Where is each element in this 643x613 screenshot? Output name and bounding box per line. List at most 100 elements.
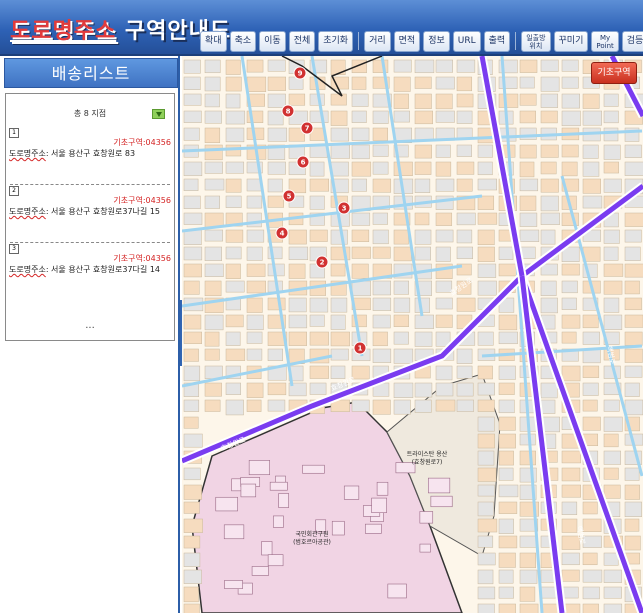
- toolbar-button-g3-2[interactable]: My Point: [591, 30, 619, 52]
- map-block: [246, 212, 262, 228]
- toolbar-button-g3-1[interactable]: 꾸미기: [553, 30, 589, 52]
- toolbar-button-g1-0[interactable]: 확대: [200, 30, 227, 52]
- map-block: [498, 586, 514, 599]
- map-block: [477, 246, 495, 262]
- map-block: [624, 348, 643, 363]
- map-block: [330, 263, 346, 277]
- map-block: [477, 144, 493, 158]
- map-block: [183, 365, 201, 382]
- map-canvas[interactable]: 효창원로효창원로효창원로백범로백범로국민회관구원(범호르아공관)트라이스탄 용산…: [182, 56, 643, 613]
- toolbar-button-g2-3[interactable]: URL: [452, 30, 481, 52]
- map-block: [246, 348, 263, 361]
- map-block: [477, 331, 494, 346]
- map-block: [309, 110, 329, 123]
- delivery-list-item[interactable]: 1 기초구역:04356 도로명주소: 서울 용산구 효창원로 83: [9, 128, 171, 178]
- map-block: [582, 178, 602, 194]
- map-block: [204, 263, 224, 277]
- map-block: [309, 229, 328, 242]
- map-block: [204, 110, 222, 124]
- park-building: [248, 460, 270, 476]
- map-block: [330, 297, 348, 313]
- map-block: [351, 178, 367, 192]
- map-block: [561, 501, 578, 515]
- toolbar-button-g3-3[interactable]: 검등: [621, 30, 643, 52]
- item-number: 2: [9, 186, 19, 196]
- map-block: [561, 59, 579, 72]
- map-block: [372, 178, 392, 193]
- map-block: [330, 93, 347, 106]
- toolbar-button-g2-4[interactable]: 출력: [483, 30, 511, 52]
- map-block: [225, 59, 241, 75]
- item-number: 1: [9, 128, 19, 138]
- map-block: [435, 76, 455, 90]
- item-zone-code: 기초구역:04356: [113, 196, 171, 205]
- toolbar-button-g2-1[interactable]: 면적: [393, 30, 421, 52]
- map-block: [498, 569, 514, 584]
- map-block: [519, 161, 535, 178]
- map-block: [498, 484, 519, 498]
- toolbar-button-g1-2[interactable]: 이동: [259, 30, 286, 52]
- park-building: [302, 464, 325, 474]
- map-block: [477, 399, 495, 412]
- map-block: [561, 569, 580, 582]
- map-block: [456, 93, 474, 108]
- map-block: [288, 229, 307, 245]
- map-block: [183, 535, 201, 549]
- map-block: [351, 93, 369, 107]
- chevron-down-icon[interactable]: [152, 109, 165, 119]
- map-block: [456, 365, 473, 379]
- toolbar-button-g2-2[interactable]: 정보: [423, 30, 450, 52]
- map-block: [435, 382, 454, 397]
- item-address: 도로명주소: 서울 용산구 효창원로 83: [9, 148, 135, 159]
- map-block: [267, 161, 286, 175]
- map-block: [624, 467, 640, 481]
- map-block: [603, 297, 620, 313]
- item-address: 도로명주소: 서울 용산구 효창원로37다길 14: [9, 264, 160, 275]
- toolbar-button-g2-0[interactable]: 거리: [364, 30, 391, 52]
- map-block: [582, 365, 600, 378]
- map-block: [561, 314, 581, 329]
- map-block: [372, 110, 389, 124]
- map-block: [372, 127, 388, 141]
- base-zone-button[interactable]: 기초구역: [591, 62, 637, 84]
- map-block: [603, 110, 619, 124]
- map-block: [393, 348, 414, 364]
- map-block: [225, 382, 241, 395]
- map-block: [183, 586, 199, 603]
- map-block: [393, 246, 412, 262]
- toolbar-button-g1-3[interactable]: 전체: [288, 30, 316, 52]
- toolbar-button-g1-1[interactable]: 축소: [229, 30, 257, 52]
- map-block: [519, 433, 536, 446]
- map-block: [372, 280, 391, 296]
- map-view[interactable]: 효창원로 효창원로 효창원로 백범로 백범로 국민회관구원 (범호르아공관) 트라이스탄 용산…: [182, 56, 643, 613]
- item-address: 도로명주소: 서울 용산구 효창원로37나길 15: [9, 206, 160, 217]
- map-block: [246, 314, 264, 331]
- map-block: [393, 297, 411, 313]
- map-block: [330, 59, 346, 76]
- map-block: [351, 399, 370, 412]
- map-marker-label: 8: [286, 108, 291, 116]
- map-block: [435, 144, 451, 158]
- toolbar-button-g1-4[interactable]: 초기화: [318, 30, 354, 52]
- map-block: [582, 603, 599, 613]
- map-block: [414, 178, 431, 193]
- map-block: [519, 178, 539, 192]
- map-block: [351, 76, 367, 90]
- delivery-list-item[interactable]: 3 기초구역:04356 도로명주소: 서울 용산구 효창원로37다길 14: [9, 244, 171, 294]
- map-block: [414, 76, 432, 89]
- map-marker-label: 9: [298, 70, 303, 78]
- map-block: [435, 93, 453, 110]
- delivery-list-panel: 배송리스트 총 8 지점 1 기초구역:04356 도로명주소: 서울 용산구 효창…: [0, 56, 180, 613]
- map-block: [540, 586, 557, 599]
- map-block: [267, 127, 288, 142]
- map-block: [519, 603, 539, 613]
- map-block: [393, 93, 409, 109]
- toolbar-button-g3-0[interactable]: 일출방 위치: [521, 30, 551, 52]
- delivery-list-item[interactable]: 2 기초구역:04356 도로명주소: 서울 용산구 효창원로37나길 15: [9, 186, 171, 236]
- park-building: [267, 554, 284, 567]
- map-block: [351, 212, 371, 226]
- map-block: [498, 552, 516, 568]
- park-building: [419, 543, 431, 553]
- map-block: [456, 246, 474, 260]
- map-block: [540, 263, 558, 276]
